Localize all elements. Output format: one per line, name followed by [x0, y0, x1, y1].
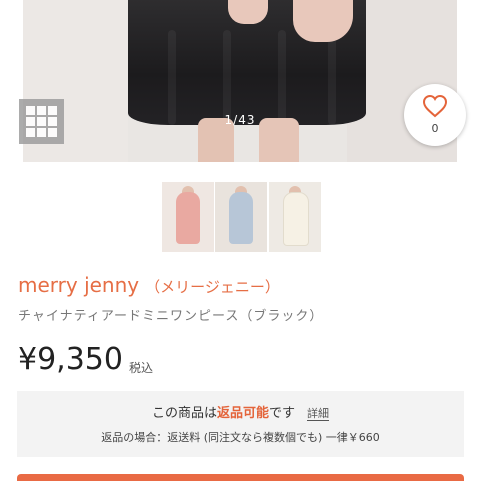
product-name: チャイナティアードミニワンピース（ブラック） — [18, 309, 324, 324]
product-page: 1/43 0 merry jenny （メリージェニー） チャイナティアードミニワ… — [0, 0, 481, 481]
return-detail-link[interactable]: 詳細 — [307, 407, 330, 421]
add-to-cart-button[interactable] — [17, 474, 464, 481]
brand-kana: （メリージェニー） — [145, 278, 280, 296]
heart-icon — [422, 94, 448, 118]
brand-name: merry jenny — [18, 273, 140, 297]
favorite-button[interactable]: 0 — [404, 84, 466, 146]
favorite-count: 0 — [431, 122, 439, 135]
hand-image — [228, 0, 268, 24]
product-main-image[interactable]: 1/43 — [23, 0, 457, 162]
thumbnail[interactable] — [162, 182, 214, 252]
product-price: ¥9,350 — [18, 342, 123, 377]
return-fee-text: 返品の場合：返送料 (同注文なら複数個でも) 一律￥660 — [101, 431, 380, 444]
brand-link[interactable]: merry jenny （メリージェニー） — [18, 273, 280, 297]
return-policy-box: この商品は返品可能です 詳細 返品の場合：返送料 (同注文なら複数個でも) 一律￥… — [17, 391, 464, 457]
return-status: この商品は返品可能です 詳細 — [151, 406, 330, 421]
thumbnail[interactable] — [269, 182, 321, 252]
grid-view-button[interactable] — [19, 99, 64, 144]
tax-label: 税込 — [129, 361, 154, 375]
image-counter: 1/43 — [224, 113, 256, 127]
grid-icon — [26, 106, 57, 137]
returnable-label: 返品可能 — [216, 406, 269, 421]
thumbnail[interactable] — [215, 182, 267, 252]
